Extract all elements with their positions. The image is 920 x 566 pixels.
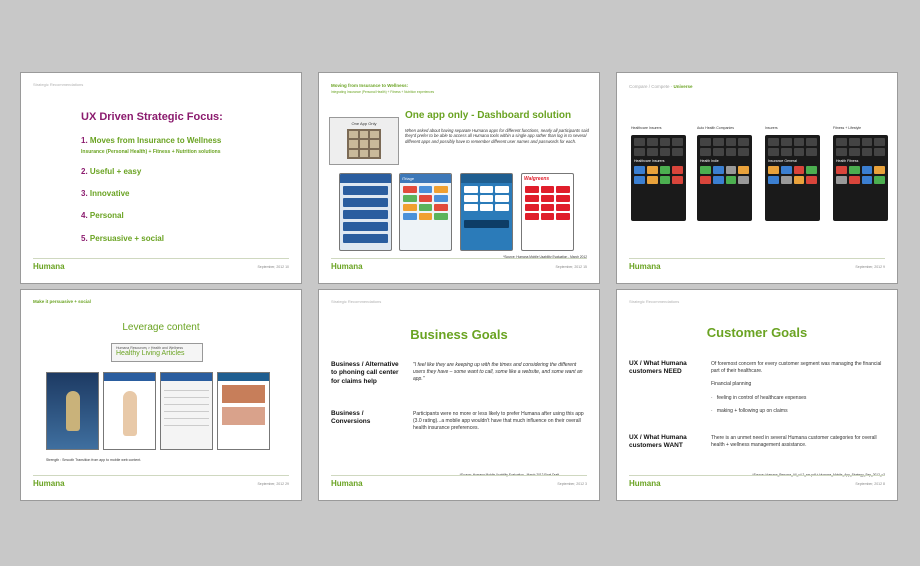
focus-item-1-subline: Insurance (Personal Health) + Fitness + …	[81, 149, 221, 155]
phone-screenshot-webmd	[217, 372, 270, 450]
slide-one-app-only[interactable]: Moving from Insurance to Wellness: Integ…	[318, 72, 600, 284]
goal-text-1: Of foremost concern for every customer s…	[711, 361, 882, 374]
goal-text-2: There is an unmet need in several Humana…	[711, 435, 877, 448]
bullet-item: · feeling in control of healthcare expen…	[711, 395, 807, 401]
goal-label-1: Business / Alternative to phoning call c…	[331, 361, 399, 385]
slide-caption: Strength : Smooth Transition from app to…	[46, 458, 142, 462]
breadcrumb: Strategic Recommendations	[331, 299, 382, 304]
healthy-living-box: Humana Resources > Health and Wellness H…	[111, 343, 203, 362]
focus-item-4: 4. Personal	[81, 211, 124, 220]
focus-item-3: 3. Innovative	[81, 189, 130, 198]
goal-label-1: UX / What Humana customers NEED	[629, 360, 687, 376]
slide-title: One app only - Dashboard solution	[405, 110, 572, 121]
humana-logo: Humana	[629, 262, 661, 271]
category-label: Fitness + Lifestyle	[833, 126, 862, 130]
phone-list	[340, 183, 391, 246]
footer-divider	[629, 475, 885, 476]
slide-title: Leverage content	[122, 322, 200, 333]
phone-screenshot-walgreens: Walgreens	[521, 173, 574, 251]
phone-icon-grid	[765, 135, 820, 159]
goal-text-2: Participants were no more or less likely…	[413, 411, 584, 431]
goal-label-2: UX / What Humana customers WANT	[629, 434, 687, 450]
footer-divider	[331, 258, 587, 259]
footer-divider	[33, 258, 289, 259]
category-label: Healthcare Insurers	[631, 126, 662, 130]
slide-paragraph: When asked about having separate Humana …	[405, 128, 589, 144]
humana-logo: Humana	[331, 262, 363, 271]
footer-date: September, 2012 9	[855, 265, 885, 269]
footer-divider	[331, 475, 587, 476]
phone-screenshot-body-2	[103, 372, 156, 450]
breadcrumb: Strategic Recommendations	[33, 82, 84, 87]
phone-header	[461, 174, 512, 183]
phone-icon-grid	[833, 163, 888, 187]
phone-screenshot-insurers: Insurance General	[765, 135, 820, 221]
focus-item-1: 1. Moves from Insurance to Wellness	[81, 136, 222, 145]
footer-divider	[629, 258, 885, 259]
humana-logo: Humana	[33, 479, 65, 488]
focus-item-2: 2. Useful + easy	[81, 167, 142, 176]
phone-screenshot-healthcare-insurers: Healthcare Insurers	[631, 135, 686, 221]
category-label: Auto Health Companies	[697, 126, 734, 130]
focus-item-5: 5. Persuasive + social	[81, 234, 164, 243]
humana-logo: Humana	[33, 262, 65, 271]
goal-text-1b: Financial planning	[711, 381, 752, 387]
app-grid-icon	[347, 129, 381, 159]
slide-customer-goals[interactable]: Strategic Recommendations Customer Goals…	[616, 289, 898, 501]
box-title: Healthy Living Articles	[116, 350, 185, 357]
phone-icon-grid	[400, 183, 451, 223]
phone-header: iTriage	[400, 174, 451, 183]
category-label: Insurers	[765, 126, 778, 130]
slide-title: Compare / Compete - Universe	[629, 84, 693, 89]
phone-icon-grid	[697, 163, 752, 187]
footer-date: September, 2012 15	[555, 265, 587, 269]
goal-text-1: "I feel like they are keeping up with th…	[413, 362, 583, 382]
footer-date: September, 2012 29	[257, 482, 289, 486]
phone-screenshot-itriage: iTriage	[399, 173, 452, 251]
slide-title: Customer Goals	[706, 325, 808, 340]
phone-icon-grid	[461, 183, 512, 214]
slide-header: Moving from Insurance to Wellness:	[331, 83, 409, 88]
footer-date: September, 2012 8	[855, 482, 885, 486]
slide-business-goals[interactable]: Strategic Recommendations Business Goals…	[318, 289, 600, 501]
one-app-only-box: One App Only	[329, 117, 399, 165]
slide-subheader: Integrating Insurance (Personal Health) …	[331, 90, 435, 94]
phone-icon-grid	[697, 135, 752, 159]
phone-icon-grid	[833, 135, 888, 159]
box-label: One App Only	[351, 121, 377, 126]
phone-icon-grid	[631, 135, 686, 159]
slide-ux-strategic-focus[interactable]: Strategic Recommendations UX Driven Stra…	[20, 72, 302, 284]
phone-screenshot-1	[339, 173, 392, 251]
phone-screenshot-symptoms	[160, 372, 213, 450]
phone-icon-grid	[522, 183, 573, 223]
phone-screenshot-body-1	[46, 372, 99, 450]
slide-leverage-content[interactable]: Make it persuasive + social Leverage con…	[20, 289, 302, 501]
humana-logo: Humana	[331, 479, 363, 488]
phone-icon-grid	[631, 163, 686, 187]
goal-label-2: Business / Conversions	[331, 410, 371, 426]
phone-screenshot-3	[460, 173, 513, 251]
slide-title: UX Driven Strategic Focus:	[81, 111, 223, 123]
footer-date: September, 2012 10	[257, 265, 289, 269]
phone-screenshot-auto-health: Health Indie	[697, 135, 752, 221]
slide-header: Make it persuasive + social	[33, 299, 91, 304]
slide-title: Business Goals	[410, 327, 508, 342]
phone-header	[340, 174, 391, 183]
breadcrumb: Strategic Recommendations	[629, 299, 680, 304]
phone-icon-grid	[765, 163, 820, 187]
humana-logo: Humana	[629, 479, 661, 488]
footer-divider	[33, 475, 289, 476]
bullet-item: · making + following up on claims	[711, 408, 788, 414]
slide-compare-compete[interactable]: Compare / Compete - Universe Healthcare …	[616, 72, 898, 284]
phone-header: Walgreens	[524, 176, 550, 182]
footer-date: September, 2012 3	[557, 482, 587, 486]
phone-screenshot-fitness: Health Fitness	[833, 135, 888, 221]
